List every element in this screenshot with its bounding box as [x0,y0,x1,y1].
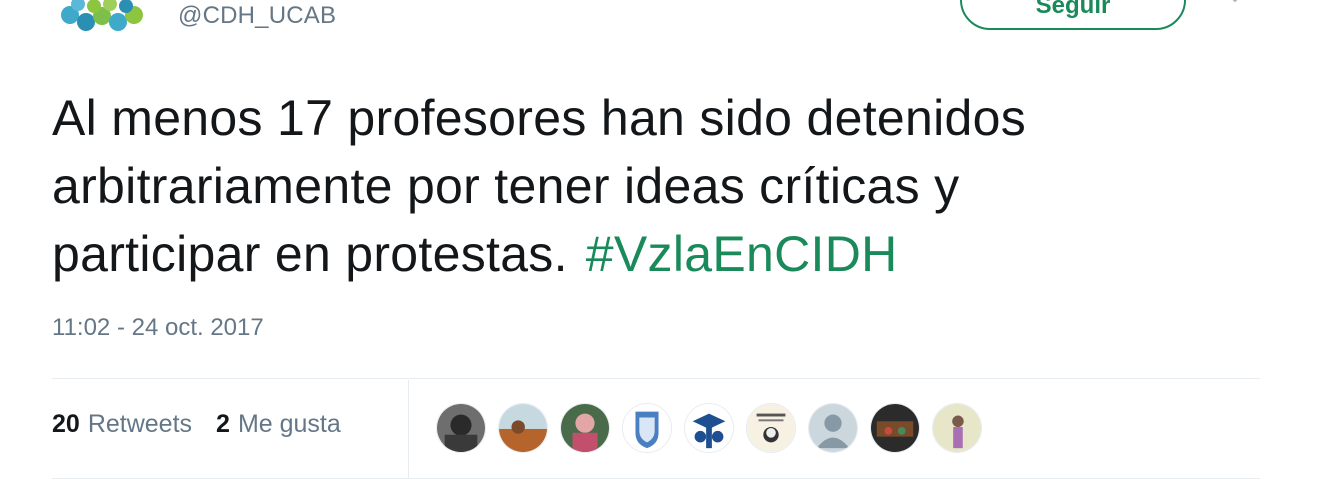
likes-label: Me gusta [237,410,341,438]
tweet-text-line: arbitrariamente por tener ideas críticas… [52,158,960,214]
retweets-stat[interactable]: 20 Retweets [52,410,192,439]
tweet-timestamp[interactable]: 11:02 - 24 oct. 2017 [52,314,264,342]
divider [408,380,409,478]
liker-avatar[interactable] [436,403,486,453]
liker-avatar[interactable] [560,403,610,453]
retweets-label: Retweets [87,410,193,438]
follow-button[interactable]: Seguir [960,0,1186,30]
hashtag-link[interactable]: #VzlaEnCIDH [586,226,898,282]
liker-avatar[interactable] [746,403,796,453]
tweet-text: Al menos 17 profesores han sido detenido… [52,84,1252,288]
likes-count: 2 [216,410,230,438]
liker-avatar[interactable] [498,403,548,453]
tweet-text-line-content: participar en protestas. [52,226,568,282]
account-avatar[interactable] [52,0,152,40]
liker-avatar[interactable] [932,403,982,453]
chevron-down-icon[interactable] [1228,0,1242,6]
liker-avatar[interactable] [870,403,920,453]
divider [52,478,1260,479]
divider [52,378,1260,379]
tweet-card: @CDH_UCAB Seguir Al menos 17 profesores … [0,0,1320,500]
tweet-text-line: Al menos 17 profesores han sido detenido… [52,90,1027,146]
liker-avatar[interactable] [684,403,734,453]
likes-stat[interactable]: 2 Me gusta [216,410,341,439]
account-handle[interactable]: @CDH_UCAB [178,2,336,30]
liker-avatar[interactable] [622,403,672,453]
ucab-logo-icon [61,0,143,31]
liker-avatar[interactable] [808,403,858,453]
retweets-count: 20 [52,410,80,438]
tweet-stats: 20 Retweets 2 Me gusta [52,410,355,439]
likers-avatars [436,403,982,453]
tweet-text-line: participar en protestas. #VzlaEnCIDH [52,220,1252,288]
